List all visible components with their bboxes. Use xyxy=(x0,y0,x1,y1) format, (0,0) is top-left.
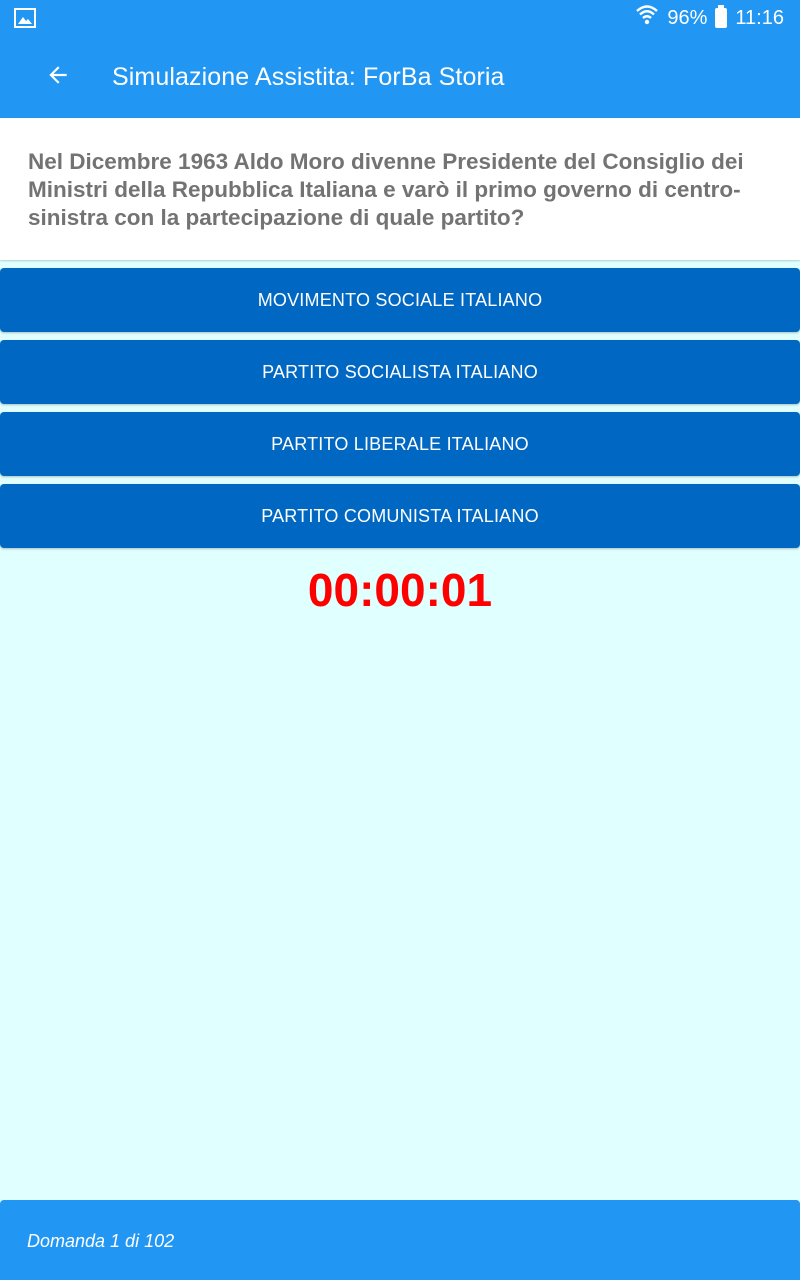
battery-percentage: 96% xyxy=(667,6,708,29)
clock-time: 11:16 xyxy=(735,6,784,29)
status-bar: 96% 11:16 xyxy=(0,0,800,36)
answer-button-2[interactable]: PARTITO SOCIALISTA ITALIANO xyxy=(0,340,800,404)
screen: 96% 11:16 Simulazione Assistita: ForBa S… xyxy=(0,0,800,1280)
app-bar: Simulazione Assistita: ForBa Storia xyxy=(0,36,800,118)
battery-icon xyxy=(715,5,728,28)
question-text: Nel Dicembre 1963 Aldo Moro divenne Pres… xyxy=(28,149,744,230)
timer: 00:00:01 xyxy=(307,564,493,616)
question-card: Nel Dicembre 1963 Aldo Moro divenne Pres… xyxy=(0,118,800,260)
image-notification-icon xyxy=(14,8,36,33)
question-progress: Domanda 1 di 102 xyxy=(27,1231,175,1251)
answer-button-1[interactable]: MOVIMENTO SOCIALE ITALIANO xyxy=(0,268,800,332)
footer-bar: Domanda 1 di 102 xyxy=(0,1200,800,1280)
answer-button-3[interactable]: PARTITO LIBERALE ITALIANO xyxy=(0,412,800,476)
arrow-left-icon xyxy=(45,62,71,93)
wifi-icon xyxy=(635,4,659,32)
answer-button-4[interactable]: PARTITO COMUNISTA ITALIANO xyxy=(0,484,800,548)
back-button[interactable] xyxy=(34,53,82,101)
page-title: Simulazione Assistita: ForBa Storia xyxy=(112,63,505,91)
